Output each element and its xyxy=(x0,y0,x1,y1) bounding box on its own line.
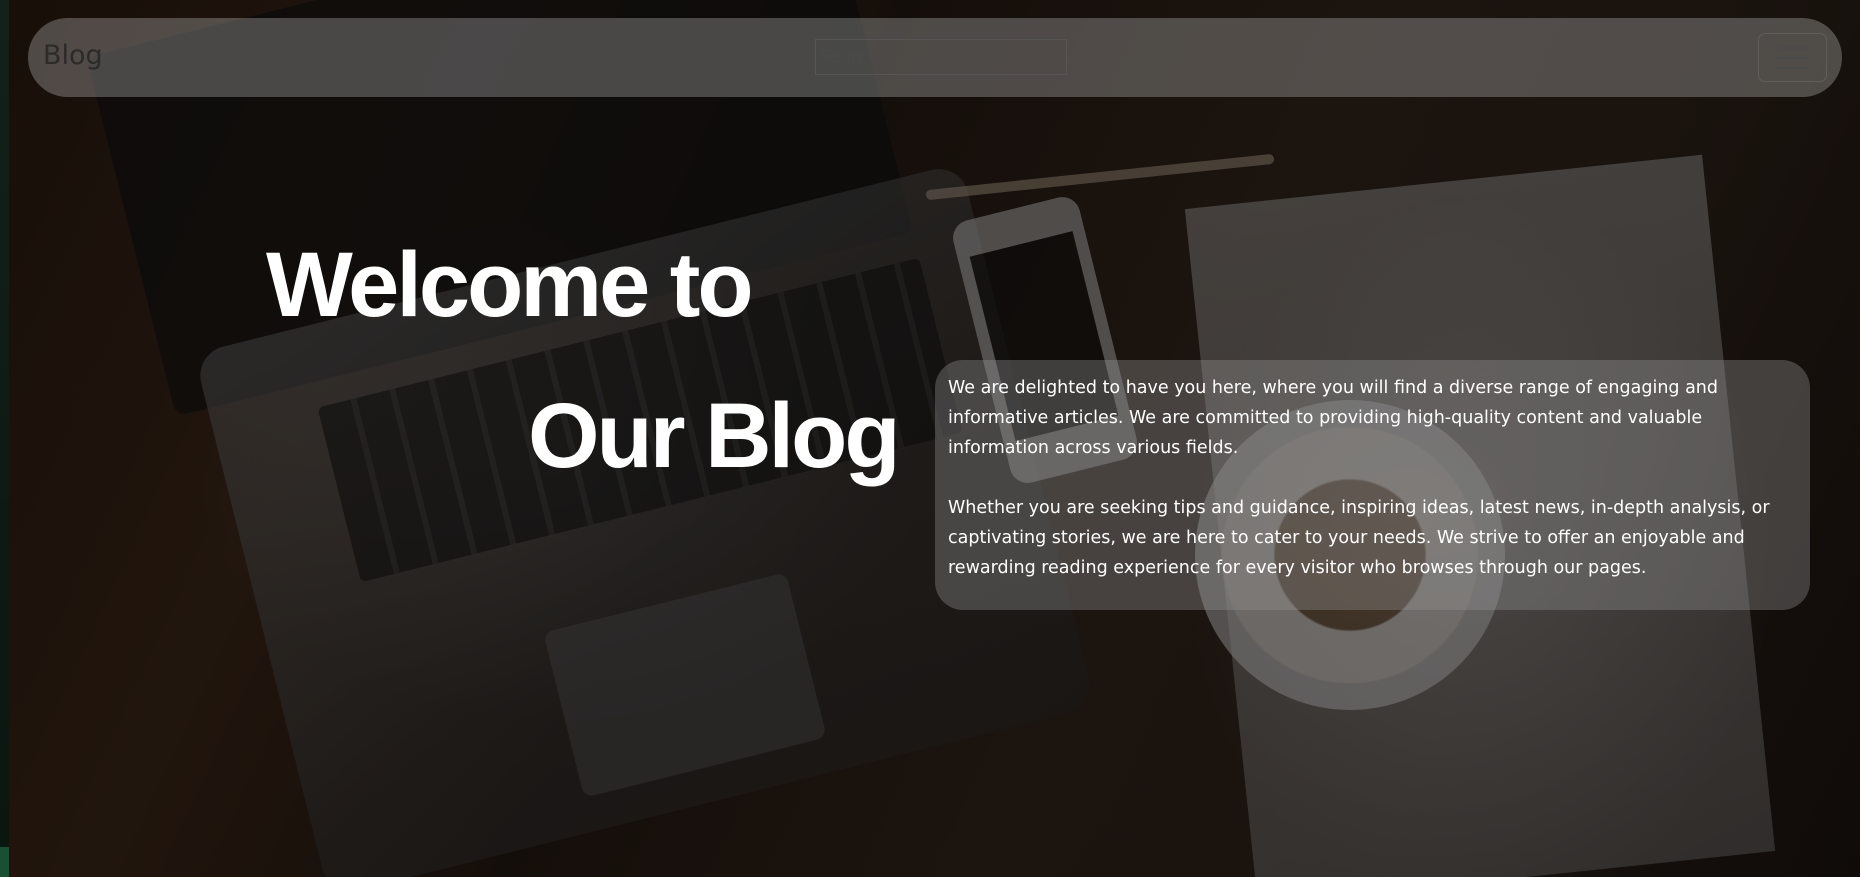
hero-title-line-1: Welcome to xyxy=(266,234,754,336)
brand-link[interactable]: Blog xyxy=(43,40,103,71)
intro-paragraph-2: Whether you are seeking tips and guidanc… xyxy=(948,498,1770,578)
intro-card: We are delighted to have you here, where… xyxy=(935,360,1810,610)
menu-toggle-button[interactable] xyxy=(1758,33,1827,82)
navbar: Blog xyxy=(28,18,1842,97)
intro-paragraph-1: We are delighted to have you here, where… xyxy=(948,378,1718,458)
search-input[interactable] xyxy=(815,39,1067,75)
hero-title-line-2: Our Blog xyxy=(528,385,901,487)
